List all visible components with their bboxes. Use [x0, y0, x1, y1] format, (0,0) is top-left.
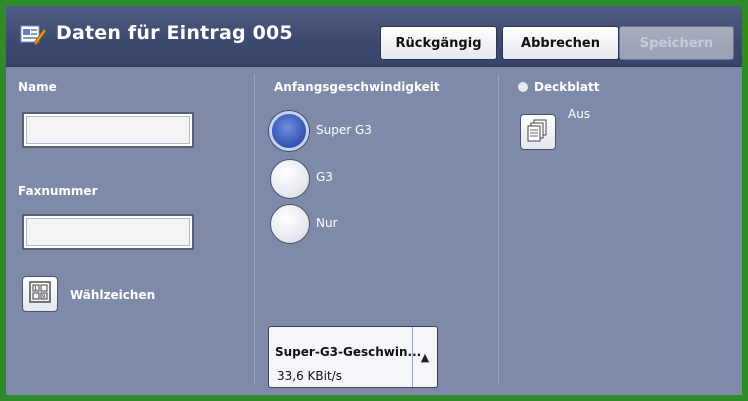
- svg-text:1: 1: [34, 286, 37, 292]
- keypad-icon: 1 9: [28, 280, 52, 308]
- fax-number-field[interactable]: [22, 214, 194, 250]
- name-field[interactable]: [22, 112, 194, 148]
- document-stack-icon: [527, 118, 549, 146]
- radio-super-g3[interactable]: [269, 111, 309, 151]
- cover-page-button[interactable]: [520, 114, 556, 150]
- radio-nur[interactable]: [270, 204, 310, 244]
- divider: [254, 74, 255, 384]
- dial-characters-label: Wählzeichen: [70, 288, 156, 302]
- fax-number-label: Faxnummer: [18, 184, 98, 198]
- triangle-up-icon: ▲: [420, 350, 430, 364]
- divider: [498, 74, 499, 384]
- svg-text:9: 9: [42, 294, 45, 300]
- save-button[interactable]: Speichern: [619, 26, 734, 60]
- radio-super-g3-label: Super G3: [316, 123, 372, 137]
- cover-page-value: Aus: [568, 107, 591, 121]
- speed-dropdown-arrow-button[interactable]: ▲: [412, 327, 437, 387]
- radio-g3-label: G3: [316, 170, 333, 184]
- speed-dropdown-title: Super-G3-Geschwin...: [275, 345, 422, 359]
- speed-dropdown-main[interactable]: Super-G3-Geschwin... 33,6 KBit/s: [269, 327, 421, 387]
- radio-g3[interactable]: [270, 159, 310, 199]
- header-bar: Daten für Eintrag 005 Rückgängig Abbrech…: [6, 6, 742, 67]
- initial-speed-label: Anfangsgeschwindigkeit: [274, 80, 440, 94]
- radio-nur-label: Nur: [316, 216, 338, 230]
- cancel-button[interactable]: Abbrechen: [502, 26, 619, 60]
- name-label: Name: [18, 80, 57, 94]
- cover-page-label: Deckblatt: [534, 80, 600, 94]
- page-title: Daten für Eintrag 005: [56, 22, 293, 44]
- address-book-edit-icon: [20, 23, 47, 46]
- speed-dropdown-value: 33,6 KBit/s: [277, 369, 342, 383]
- undo-button[interactable]: Rückgängig: [380, 26, 497, 60]
- speed-dropdown[interactable]: Super-G3-Geschwin... 33,6 KBit/s ▲: [268, 326, 438, 388]
- dial-characters-button[interactable]: 1 9: [22, 276, 58, 312]
- dialog: Daten für Eintrag 005 Rückgängig Abbrech…: [6, 6, 742, 395]
- bullet-dot-icon: [518, 82, 528, 92]
